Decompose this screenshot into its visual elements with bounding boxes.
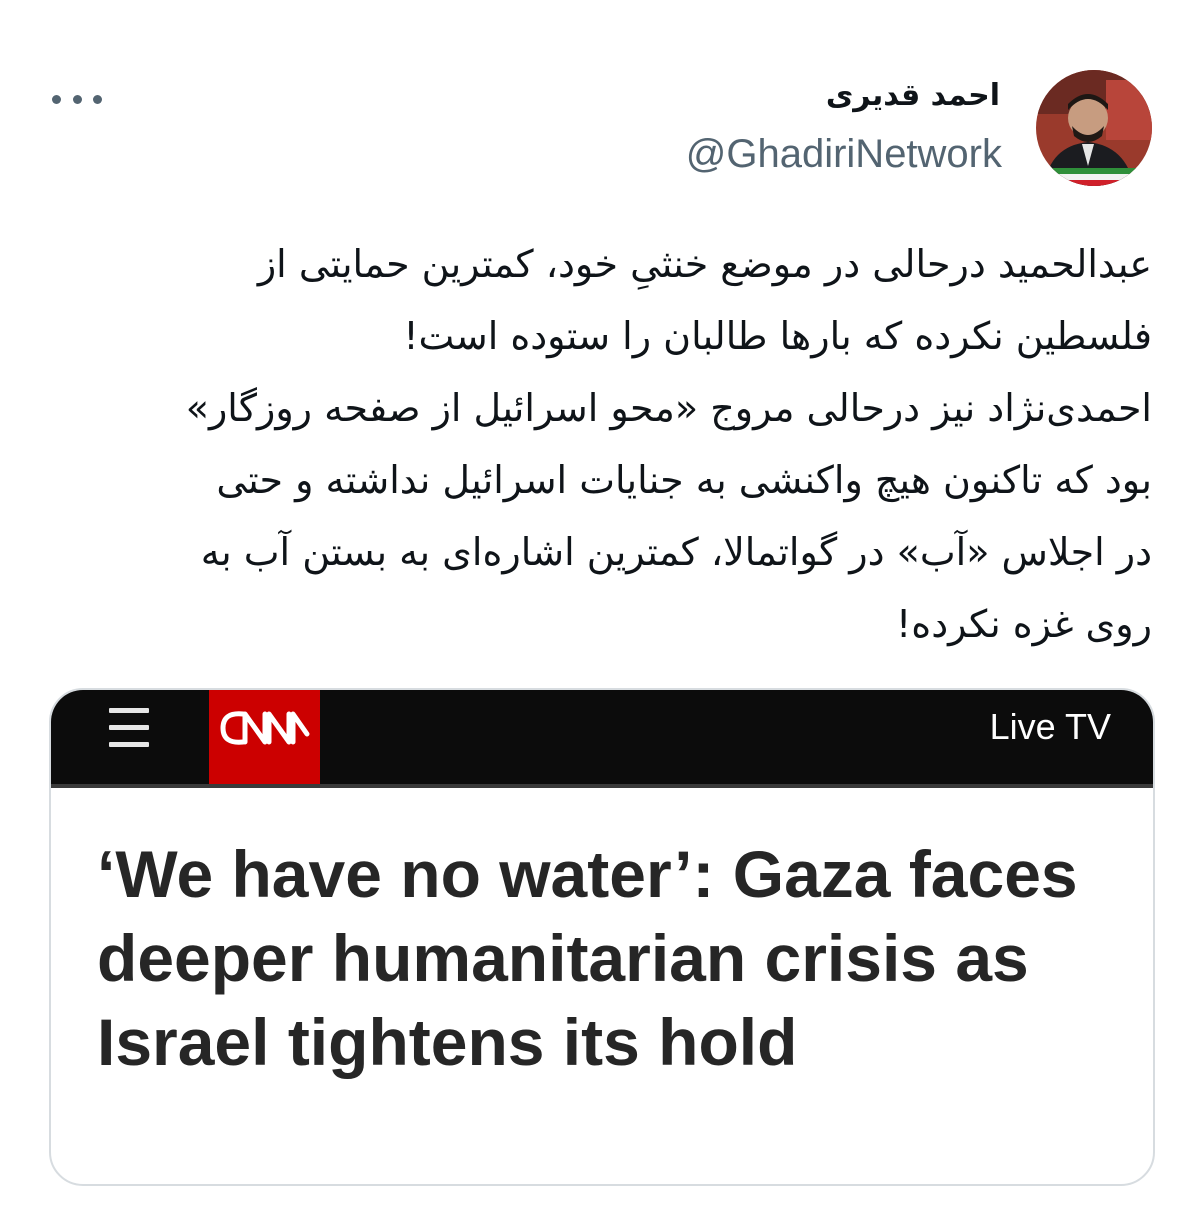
tweet-text-line: در اجلاس «آب» در گواتمالا، کمترین اشاره‌… [200, 530, 1152, 574]
live-tv-link[interactable]: Live TV [990, 706, 1111, 748]
author-name[interactable]: احمد قدیری [826, 78, 1000, 113]
more-dot [52, 94, 61, 104]
more-dot [72, 94, 82, 104]
tweet-text-line: بود که تاکنون هیچ واکنشی به جنایات اسرائ… [216, 458, 1152, 502]
tweet-text-line: فلسطین نکرده که بارها طالبان را ستوده اس… [403, 314, 1152, 358]
header-divider [51, 784, 1153, 788]
tweet-text-line: احمدی‌نژاد نیز درحالی مروج «محو اسرائیل … [185, 386, 1152, 430]
avatar[interactable] [1036, 70, 1152, 186]
article-headline[interactable]: ‘We have no water’: Gaza faces deeper hu… [97, 832, 1117, 1084]
hamburger-menu-icon [109, 704, 149, 752]
link-preview-card[interactable]: Live TV ‘We have no water’: Gaza faces d… [49, 688, 1155, 1186]
tweet-text-line: روی غزه نکرده! [896, 602, 1152, 646]
more-options-icon[interactable] [52, 84, 102, 114]
more-dot [93, 94, 102, 104]
tweet-text: عبدالحمید درحالی در موضع خنثیِ خود، کمتر… [72, 228, 1152, 660]
cnn-wordmark-icon [220, 711, 310, 745]
cnn-header-bar: Live TV [51, 690, 1153, 784]
tweet-text-line: عبدالحمید درحالی در موضع خنثیِ خود، کمتر… [257, 242, 1152, 286]
avatar-photo-icon [1036, 70, 1152, 186]
author-handle[interactable]: @GhadiriNetwork [686, 132, 1002, 177]
cnn-logo [209, 690, 320, 784]
